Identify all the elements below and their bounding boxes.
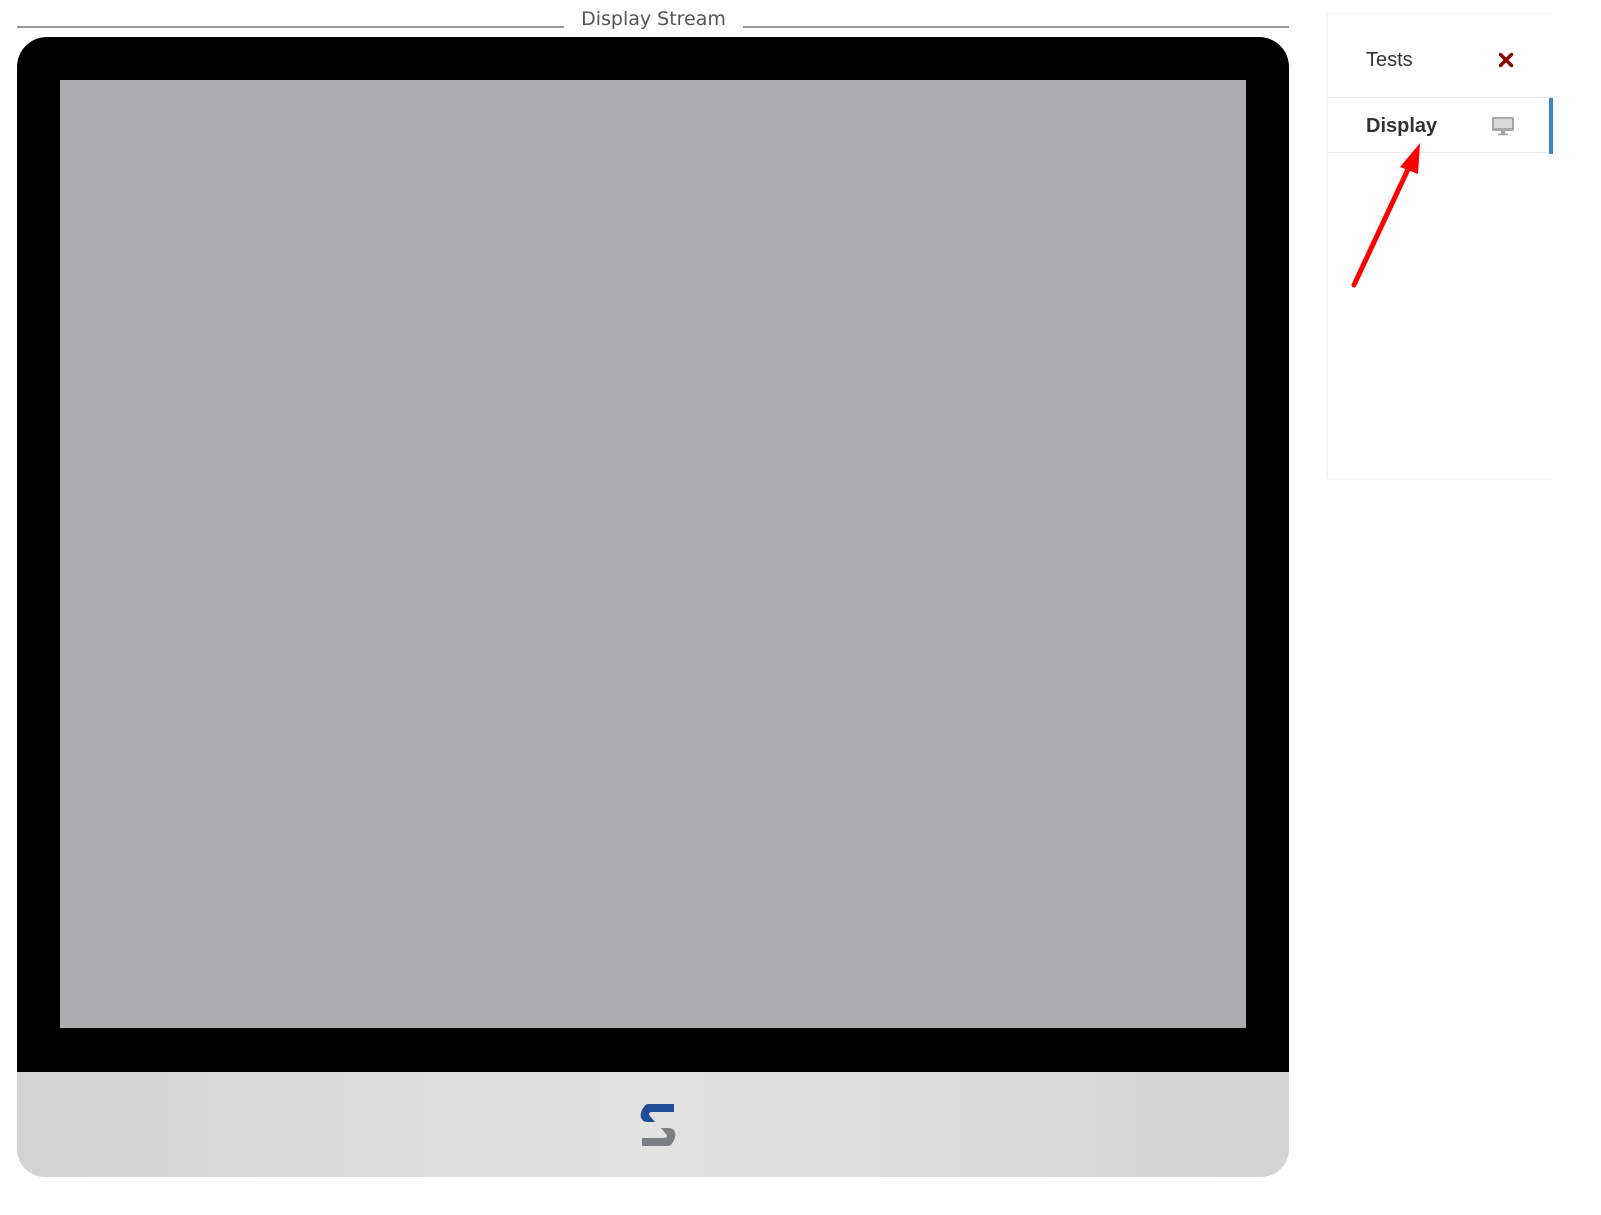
- stream-header: Display Stream: [17, 6, 1289, 34]
- sidebar-item-display[interactable]: Display: [1328, 97, 1553, 154]
- display-stream-screen[interactable]: [60, 80, 1246, 1028]
- monitor-icon: [1490, 98, 1516, 154]
- header-divider-left: [17, 26, 564, 28]
- monitor-chin: [17, 1072, 1289, 1177]
- sidebar-item-tests[interactable]: Tests: [1328, 32, 1553, 88]
- monitor-frame: [17, 37, 1289, 1177]
- brand-s-logo-icon: [640, 1104, 676, 1146]
- stream-title: Display Stream: [581, 8, 726, 30]
- header-divider-right: [743, 26, 1289, 28]
- active-indicator: [1549, 98, 1553, 154]
- close-x-icon[interactable]: [1494, 32, 1518, 88]
- sidebar-item-label: Display: [1366, 115, 1438, 137]
- sidebar-item-label: Tests: [1366, 49, 1413, 71]
- monitor-bezel: [17, 37, 1289, 1072]
- side-panel: Tests Display: [1328, 14, 1553, 479]
- page: Display Stream Tests Display: [0, 0, 1601, 1215]
